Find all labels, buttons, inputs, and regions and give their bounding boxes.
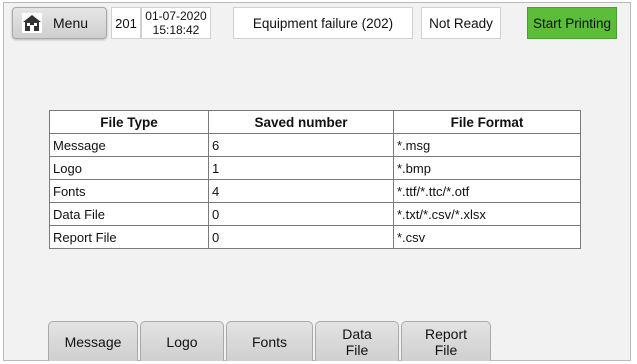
- table-cell: Message: [49, 133, 209, 157]
- table-cell: Logo: [49, 156, 209, 180]
- table-cell: *.txt/*.csv/*.xlsx: [393, 202, 581, 226]
- table-cell: 1: [208, 156, 394, 180]
- table-cell: *.msg: [393, 133, 581, 157]
- column-header: File Format: [393, 110, 581, 134]
- menu-button[interactable]: Menu: [12, 7, 107, 39]
- datetime-display: 01-07-2020 15:18:42: [141, 7, 211, 39]
- bottom-tab-bar: Message Logo Fonts Data File Report File: [48, 321, 491, 361]
- table-cell: Data File: [49, 202, 209, 226]
- home-icon: [22, 13, 42, 33]
- date-text: 01-07-2020: [145, 9, 207, 23]
- ready-status: Not Ready: [421, 7, 501, 39]
- tab-report-file[interactable]: Report File: [401, 321, 491, 361]
- main-window: Menu 201 01-07-2020 15:18:42 Equipment f…: [3, 2, 631, 361]
- table-header-row: File Type Saved number File Format: [49, 110, 581, 134]
- table-cell: *.csv: [393, 225, 581, 249]
- table-cell: 0: [208, 202, 394, 226]
- menu-label: Menu: [53, 15, 89, 31]
- table-cell: *.ttf/*.ttc/*.otf: [393, 179, 581, 203]
- table-cell: 6: [208, 133, 394, 157]
- tab-logo[interactable]: Logo: [140, 321, 224, 361]
- table-row[interactable]: Logo 1 *.bmp: [49, 156, 581, 180]
- status-message: Equipment failure (202): [233, 7, 413, 39]
- tab-data-file[interactable]: Data File: [315, 321, 399, 361]
- table-cell: Fonts: [49, 179, 209, 203]
- column-header: File Type: [49, 110, 209, 134]
- job-id: 201: [111, 7, 141, 39]
- file-type-table: File Type Saved number File Format Messa…: [49, 110, 581, 249]
- table-cell: 4: [208, 179, 394, 203]
- table-row[interactable]: Report File 0 *.csv: [49, 225, 581, 249]
- table-row[interactable]: Data File 0 *.txt/*.csv/*.xlsx: [49, 202, 581, 226]
- start-printing-button[interactable]: Start Printing: [527, 7, 617, 39]
- top-bar: Menu 201 01-07-2020 15:18:42 Equipment f…: [4, 3, 630, 41]
- time-text: 15:18:42: [152, 23, 200, 37]
- tab-message[interactable]: Message: [48, 321, 138, 361]
- column-header: Saved number: [208, 110, 394, 134]
- table-cell: 0: [208, 225, 394, 249]
- tab-fonts[interactable]: Fonts: [226, 321, 313, 361]
- table-row[interactable]: Message 6 *.msg: [49, 133, 581, 157]
- table-cell: Report File: [49, 225, 209, 249]
- table-cell: *.bmp: [393, 156, 581, 180]
- table-row[interactable]: Fonts 4 *.ttf/*.ttc/*.otf: [49, 179, 581, 203]
